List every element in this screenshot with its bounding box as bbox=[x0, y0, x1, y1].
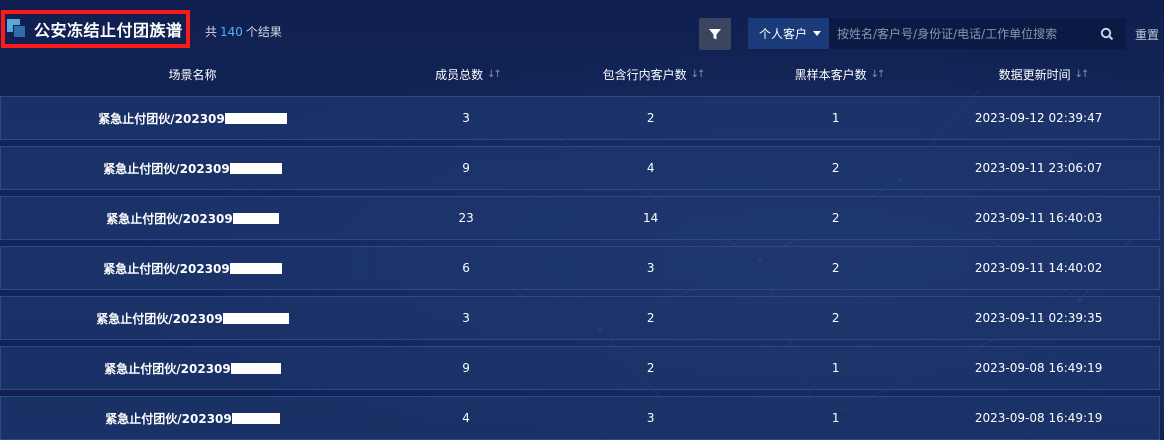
table-row[interactable]: 紧急止付团伙/202309 4 3 1 2023-09-08 16:49:19 bbox=[0, 396, 1160, 440]
redaction-block bbox=[224, 112, 287, 124]
search-button[interactable] bbox=[1088, 18, 1126, 49]
black-sample-cell: 2 bbox=[831, 311, 840, 325]
table-row[interactable]: 紧急止付团伙/202309 3 2 2 2023-09-11 02:39:35 bbox=[0, 296, 1160, 340]
column-label-members: 成员总数 bbox=[435, 67, 484, 82]
customer-type-label: 个人客户 bbox=[759, 27, 808, 41]
in-bank-cell: 3 bbox=[646, 261, 655, 275]
table-row[interactable]: 紧急止付团伙/202309 23 14 2 2023-09-11 16:40:0… bbox=[0, 196, 1160, 240]
column-label-scene: 场景名称 bbox=[168, 67, 217, 82]
black-sample-cell: 2 bbox=[831, 261, 840, 275]
black-sample-cell: 2 bbox=[831, 161, 840, 175]
chevron-down-icon bbox=[813, 31, 822, 36]
sort-icon[interactable]: ↓↑ bbox=[691, 69, 706, 80]
updated-cell: 2023-09-11 02:39:35 bbox=[974, 311, 1103, 325]
scene-name: 紧急止付团伙/202309 bbox=[103, 161, 230, 176]
scene-cell: 紧急止付团伙/202309 bbox=[1, 210, 384, 227]
reset-button[interactable]: 重置 bbox=[1135, 26, 1159, 43]
in-bank-cell: 3 bbox=[646, 411, 655, 425]
in-bank-cell: 2 bbox=[646, 311, 655, 325]
black-sample-cell: 1 bbox=[831, 411, 840, 425]
scene-cell: 紧急止付团伙/202309 bbox=[1, 360, 384, 377]
column-label-black-sample: 黑样本客户数 bbox=[794, 67, 867, 82]
redaction-block bbox=[231, 412, 280, 424]
search-input[interactable] bbox=[829, 18, 1088, 49]
scene-name: 紧急止付团伙/202309 bbox=[105, 411, 232, 426]
updated-cell: 2023-09-11 16:40:03 bbox=[974, 211, 1103, 225]
column-header-members[interactable]: 成员总数 ↓↑ bbox=[385, 62, 550, 86]
result-count-suffix: 个结果 bbox=[245, 25, 282, 39]
scene-cell: 紧急止付团伙/202309 bbox=[1, 160, 384, 177]
table-row[interactable]: 紧急止付团伙/202309 6 3 2 2023-09-11 14:40:02 bbox=[0, 246, 1160, 290]
redaction-block bbox=[230, 362, 281, 374]
search-group: 个人客户 bbox=[748, 18, 1126, 49]
result-count-number: 140 bbox=[220, 25, 243, 39]
redaction-block bbox=[229, 262, 282, 274]
column-header-updated[interactable]: 数据更新时间 ↓↑ bbox=[922, 62, 1164, 86]
members-cell: 23 bbox=[458, 211, 474, 225]
column-header-black-sample[interactable]: 黑样本客户数 ↓↑ bbox=[756, 62, 922, 86]
result-count-prefix: 共 bbox=[205, 25, 218, 39]
scene-name: 紧急止付团伙/202309 bbox=[98, 111, 225, 126]
customer-type-select[interactable]: 个人客户 bbox=[748, 18, 829, 49]
members-cell: 3 bbox=[462, 111, 470, 125]
updated-cell: 2023-09-08 16:49:19 bbox=[974, 361, 1103, 375]
updated-cell: 2023-09-12 02:39:47 bbox=[974, 111, 1103, 125]
updated-cell: 2023-09-11 23:06:07 bbox=[974, 161, 1103, 175]
scene-name: 紧急止付团伙/202309 bbox=[104, 361, 231, 376]
members-cell: 4 bbox=[462, 411, 470, 425]
scene-cell: 紧急止付团伙/202309 bbox=[1, 260, 384, 277]
in-bank-cell: 2 bbox=[646, 111, 655, 125]
scene-cell: 紧急止付团伙/202309 bbox=[1, 410, 384, 427]
scene-name: 紧急止付团伙/202309 bbox=[103, 261, 230, 276]
result-count: 共 140 个结果 bbox=[205, 23, 282, 40]
column-header-scene: 场景名称 bbox=[0, 62, 385, 86]
scene-name: 紧急止付团伙/202309 bbox=[106, 211, 233, 226]
logo-icon bbox=[7, 19, 27, 39]
column-label-in-bank: 包含行内客户数 bbox=[602, 67, 687, 82]
filter-button[interactable] bbox=[699, 18, 731, 50]
sort-icon[interactable]: ↓↑ bbox=[487, 69, 502, 80]
members-cell: 3 bbox=[462, 311, 470, 325]
sort-icon[interactable]: ↓↑ bbox=[871, 69, 886, 80]
black-sample-cell: 1 bbox=[831, 111, 840, 125]
members-cell: 9 bbox=[462, 161, 470, 175]
table-row[interactable]: 紧急止付团伙/202309 9 4 2 2023-09-11 23:06:07 bbox=[0, 146, 1160, 190]
black-sample-cell: 1 bbox=[831, 361, 840, 375]
sort-icon[interactable]: ↓↑ bbox=[1075, 69, 1090, 80]
black-sample-cell: 2 bbox=[831, 211, 840, 225]
scene-cell: 紧急止付团伙/202309 bbox=[1, 310, 384, 327]
updated-cell: 2023-09-08 16:49:19 bbox=[974, 411, 1103, 425]
redaction-block bbox=[222, 312, 289, 324]
top-bar: 公安冻结止付团族谱 共140个结果 个人客户 重置 bbox=[0, 0, 1164, 62]
scene-cell: 紧急止付团伙/202309 bbox=[1, 110, 384, 127]
table-body: 紧急止付团伙/202309 3 2 1 2023-09-12 02:39:47 … bbox=[0, 96, 1160, 440]
column-header-in-bank[interactable]: 包含行内客户数 ↓↑ bbox=[550, 62, 756, 86]
in-bank-cell: 4 bbox=[646, 161, 655, 175]
redaction-block bbox=[229, 162, 282, 174]
in-bank-cell: 14 bbox=[643, 211, 659, 225]
scene-name: 紧急止付团伙/202309 bbox=[96, 311, 223, 326]
page-title: 公安冻结止付团族谱 bbox=[34, 21, 183, 40]
members-cell: 6 bbox=[462, 261, 470, 275]
members-cell: 9 bbox=[462, 361, 470, 375]
search-icon bbox=[1100, 27, 1114, 40]
column-label-updated: 数据更新时间 bbox=[998, 67, 1071, 82]
filter-icon bbox=[709, 29, 721, 40]
page-title-box: 公安冻结止付团族谱 bbox=[1, 10, 190, 48]
updated-cell: 2023-09-11 14:40:02 bbox=[974, 261, 1103, 275]
redaction-block bbox=[232, 212, 279, 224]
table-header: 场景名称 成员总数 ↓↑ 包含行内客户数 ↓↑ 黑样本客户数 ↓↑ 数据更新时间… bbox=[0, 62, 1164, 86]
table-row[interactable]: 紧急止付团伙/202309 3 2 1 2023-09-12 02:39:47 bbox=[0, 96, 1160, 140]
in-bank-cell: 2 bbox=[646, 361, 655, 375]
table-row[interactable]: 紧急止付团伙/202309 9 2 1 2023-09-08 16:49:19 bbox=[0, 346, 1160, 390]
